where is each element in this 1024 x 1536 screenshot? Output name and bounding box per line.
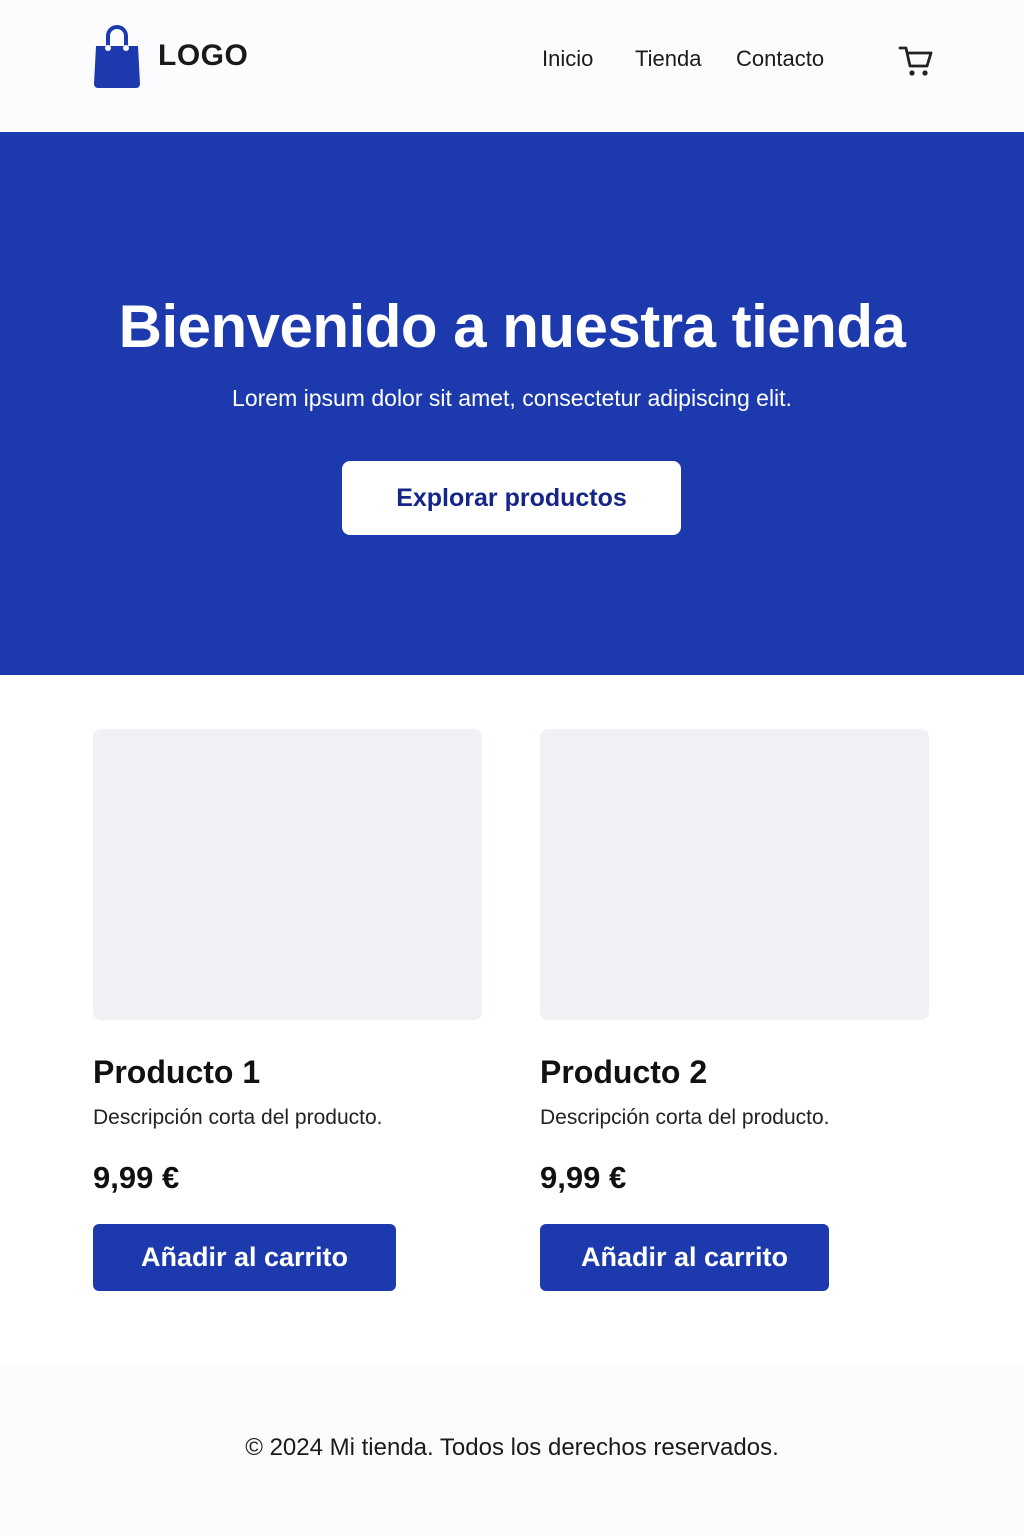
product-name[interactable]: Producto 1 — [93, 1052, 483, 1092]
product-price: 9,99 € — [93, 1160, 180, 1195]
footer-copyright: © 2024 Mi tienda. Todos los derechos res… — [245, 1434, 779, 1461]
nav-link-tienda[interactable]: Tienda — [635, 46, 701, 72]
product-image-placeholder[interactable] — [93, 729, 482, 1020]
site-header: LOGO Inicio Tienda Contacto — [0, 0, 1024, 132]
add-to-cart-button[interactable]: Añadir al carrito — [540, 1224, 829, 1291]
explore-products-button[interactable]: Explorar productos — [342, 461, 681, 535]
hero-banner: Bienvenido a nuestra tienda Lorem ipsum … — [0, 132, 1024, 675]
product-card: Producto 1 Descripción corta del product… — [93, 729, 483, 1291]
product-price: 9,99 € — [540, 1160, 627, 1195]
product-description: Descripción corta del producto. — [93, 1106, 383, 1129]
cart-icon — [898, 46, 933, 76]
add-to-cart-button[interactable]: Añadir al carrito — [93, 1224, 396, 1291]
product-image-placeholder[interactable] — [540, 729, 929, 1020]
site-footer: © 2024 Mi tienda. Todos los derechos res… — [0, 1366, 1024, 1536]
cart-button[interactable] — [898, 44, 934, 78]
main-nav: Inicio Tienda Contacto — [0, 46, 1024, 76]
product-description: Descripción corta del producto. — [540, 1106, 830, 1129]
product-card: Producto 2 Descripción corta del product… — [540, 729, 930, 1291]
hero-subtitle: Lorem ipsum dolor sit amet, consectetur … — [232, 385, 792, 411]
product-name[interactable]: Producto 2 — [540, 1052, 930, 1092]
hero-title: Bienvenido a nuestra tienda — [118, 293, 906, 360]
nav-link-contacto[interactable]: Contacto — [736, 46, 824, 72]
nav-link-inicio[interactable]: Inicio — [542, 46, 593, 72]
